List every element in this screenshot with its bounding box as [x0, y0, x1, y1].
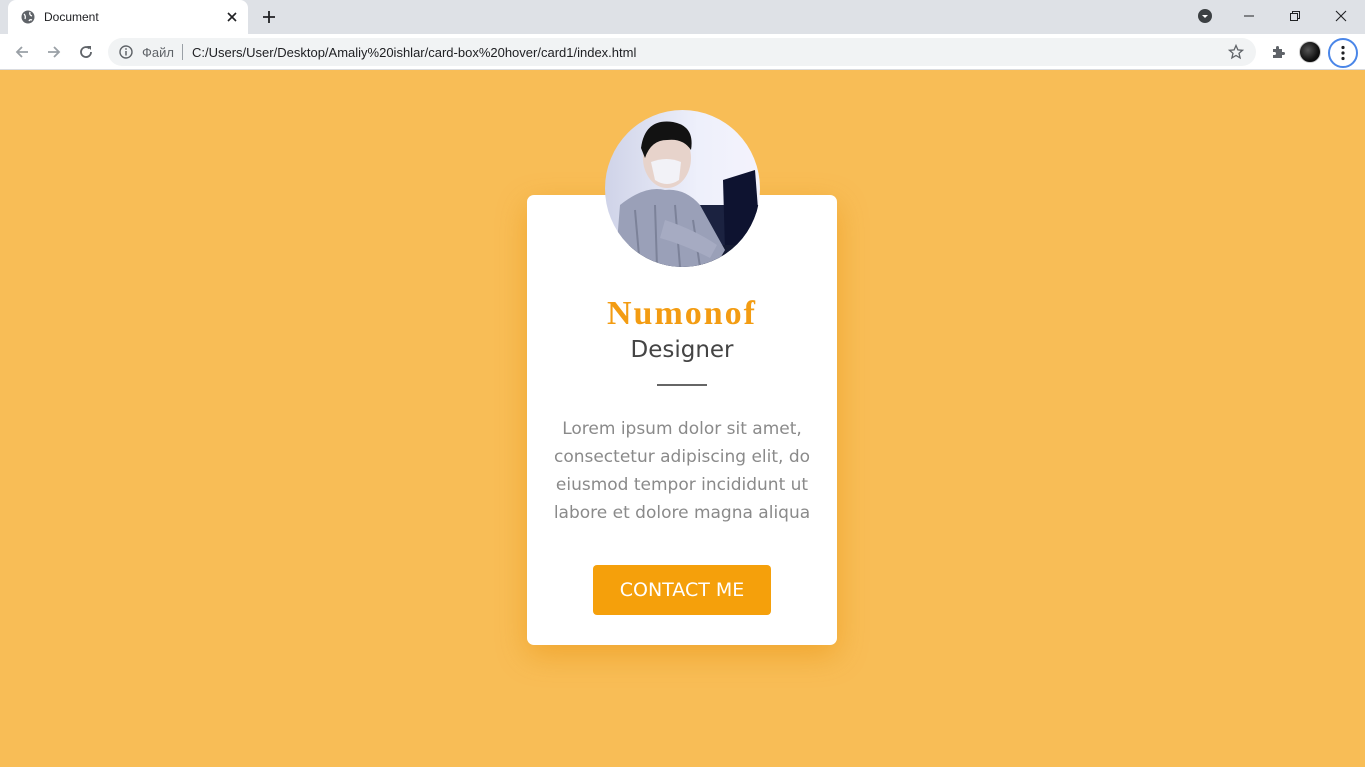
card-divider: [657, 384, 707, 386]
profile-avatar[interactable]: [1299, 41, 1321, 63]
extensions-puzzle-icon[interactable]: [1266, 38, 1290, 66]
info-icon[interactable]: [119, 45, 133, 59]
card-description: Lorem ipsum dolor sit amet, consectetur …: [553, 419, 811, 523]
window-close-button[interactable]: [1318, 0, 1364, 32]
tab-strip: Document: [0, 0, 1365, 34]
browser-toolbar: Файл C:/Users/User/Desktop/Amaliy%20ishl…: [0, 34, 1365, 70]
minimize-button[interactable]: [1226, 0, 1272, 32]
tab-title: Document: [44, 10, 99, 24]
bookmark-star-icon[interactable]: [1226, 42, 1246, 62]
globe-icon: [21, 10, 35, 24]
browser-menu-button[interactable]: [1328, 38, 1358, 68]
card-name: Numonof: [606, 295, 758, 332]
forward-button[interactable]: [40, 38, 68, 66]
tab-close-icon[interactable]: [224, 9, 240, 25]
reload-button[interactable]: [72, 38, 100, 66]
back-button[interactable]: [8, 38, 36, 66]
profile-photo: [605, 110, 760, 267]
restore-button[interactable]: [1272, 0, 1318, 32]
site-info-label[interactable]: Файл: [142, 45, 174, 60]
url-separator: [182, 44, 183, 60]
browser-tab[interactable]: Document: [8, 0, 248, 34]
new-tab-button[interactable]: [258, 6, 280, 28]
contact-me-button[interactable]: CONTACT ME: [593, 565, 771, 615]
tab-search-button[interactable]: [1182, 0, 1228, 32]
url-text[interactable]: C:/Users/User/Desktop/Amaliy%20ishlar/ca…: [192, 45, 636, 60]
address-bar[interactable]: Файл C:/Users/User/Desktop/Amaliy%20ishl…: [108, 38, 1256, 66]
card-role: Designer: [630, 337, 734, 363]
